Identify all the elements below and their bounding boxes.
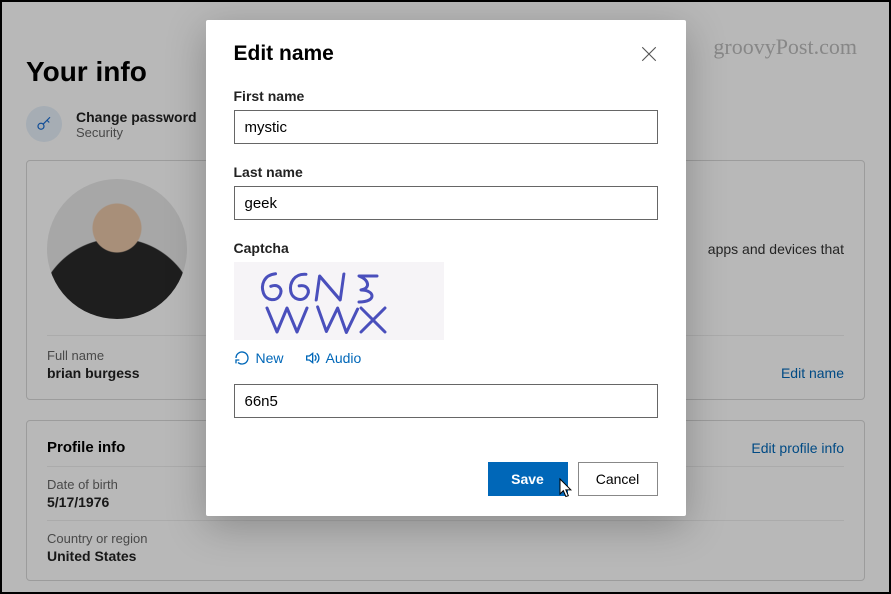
save-button[interactable]: Save — [488, 462, 568, 496]
refresh-icon — [234, 350, 250, 366]
close-icon[interactable] — [640, 45, 658, 63]
first-name-field[interactable] — [234, 110, 658, 144]
edit-name-dialog: Edit name First name Last name Captcha — [206, 20, 686, 516]
save-button-label: Save — [511, 471, 544, 487]
captcha-label: Captcha — [234, 240, 658, 256]
last-name-field[interactable] — [234, 186, 658, 220]
dialog-title: Edit name — [234, 42, 334, 66]
captcha-new-button[interactable]: New — [234, 350, 284, 366]
captcha-image — [234, 262, 444, 340]
audio-icon — [304, 350, 320, 366]
first-name-label: First name — [234, 88, 658, 104]
captcha-audio-label: Audio — [326, 350, 362, 366]
captcha-new-label: New — [256, 350, 284, 366]
captcha-audio-button[interactable]: Audio — [304, 350, 362, 366]
last-name-label: Last name — [234, 164, 658, 180]
cancel-button[interactable]: Cancel — [578, 462, 658, 496]
captcha-input[interactable] — [234, 384, 658, 418]
cursor-icon — [555, 477, 575, 501]
